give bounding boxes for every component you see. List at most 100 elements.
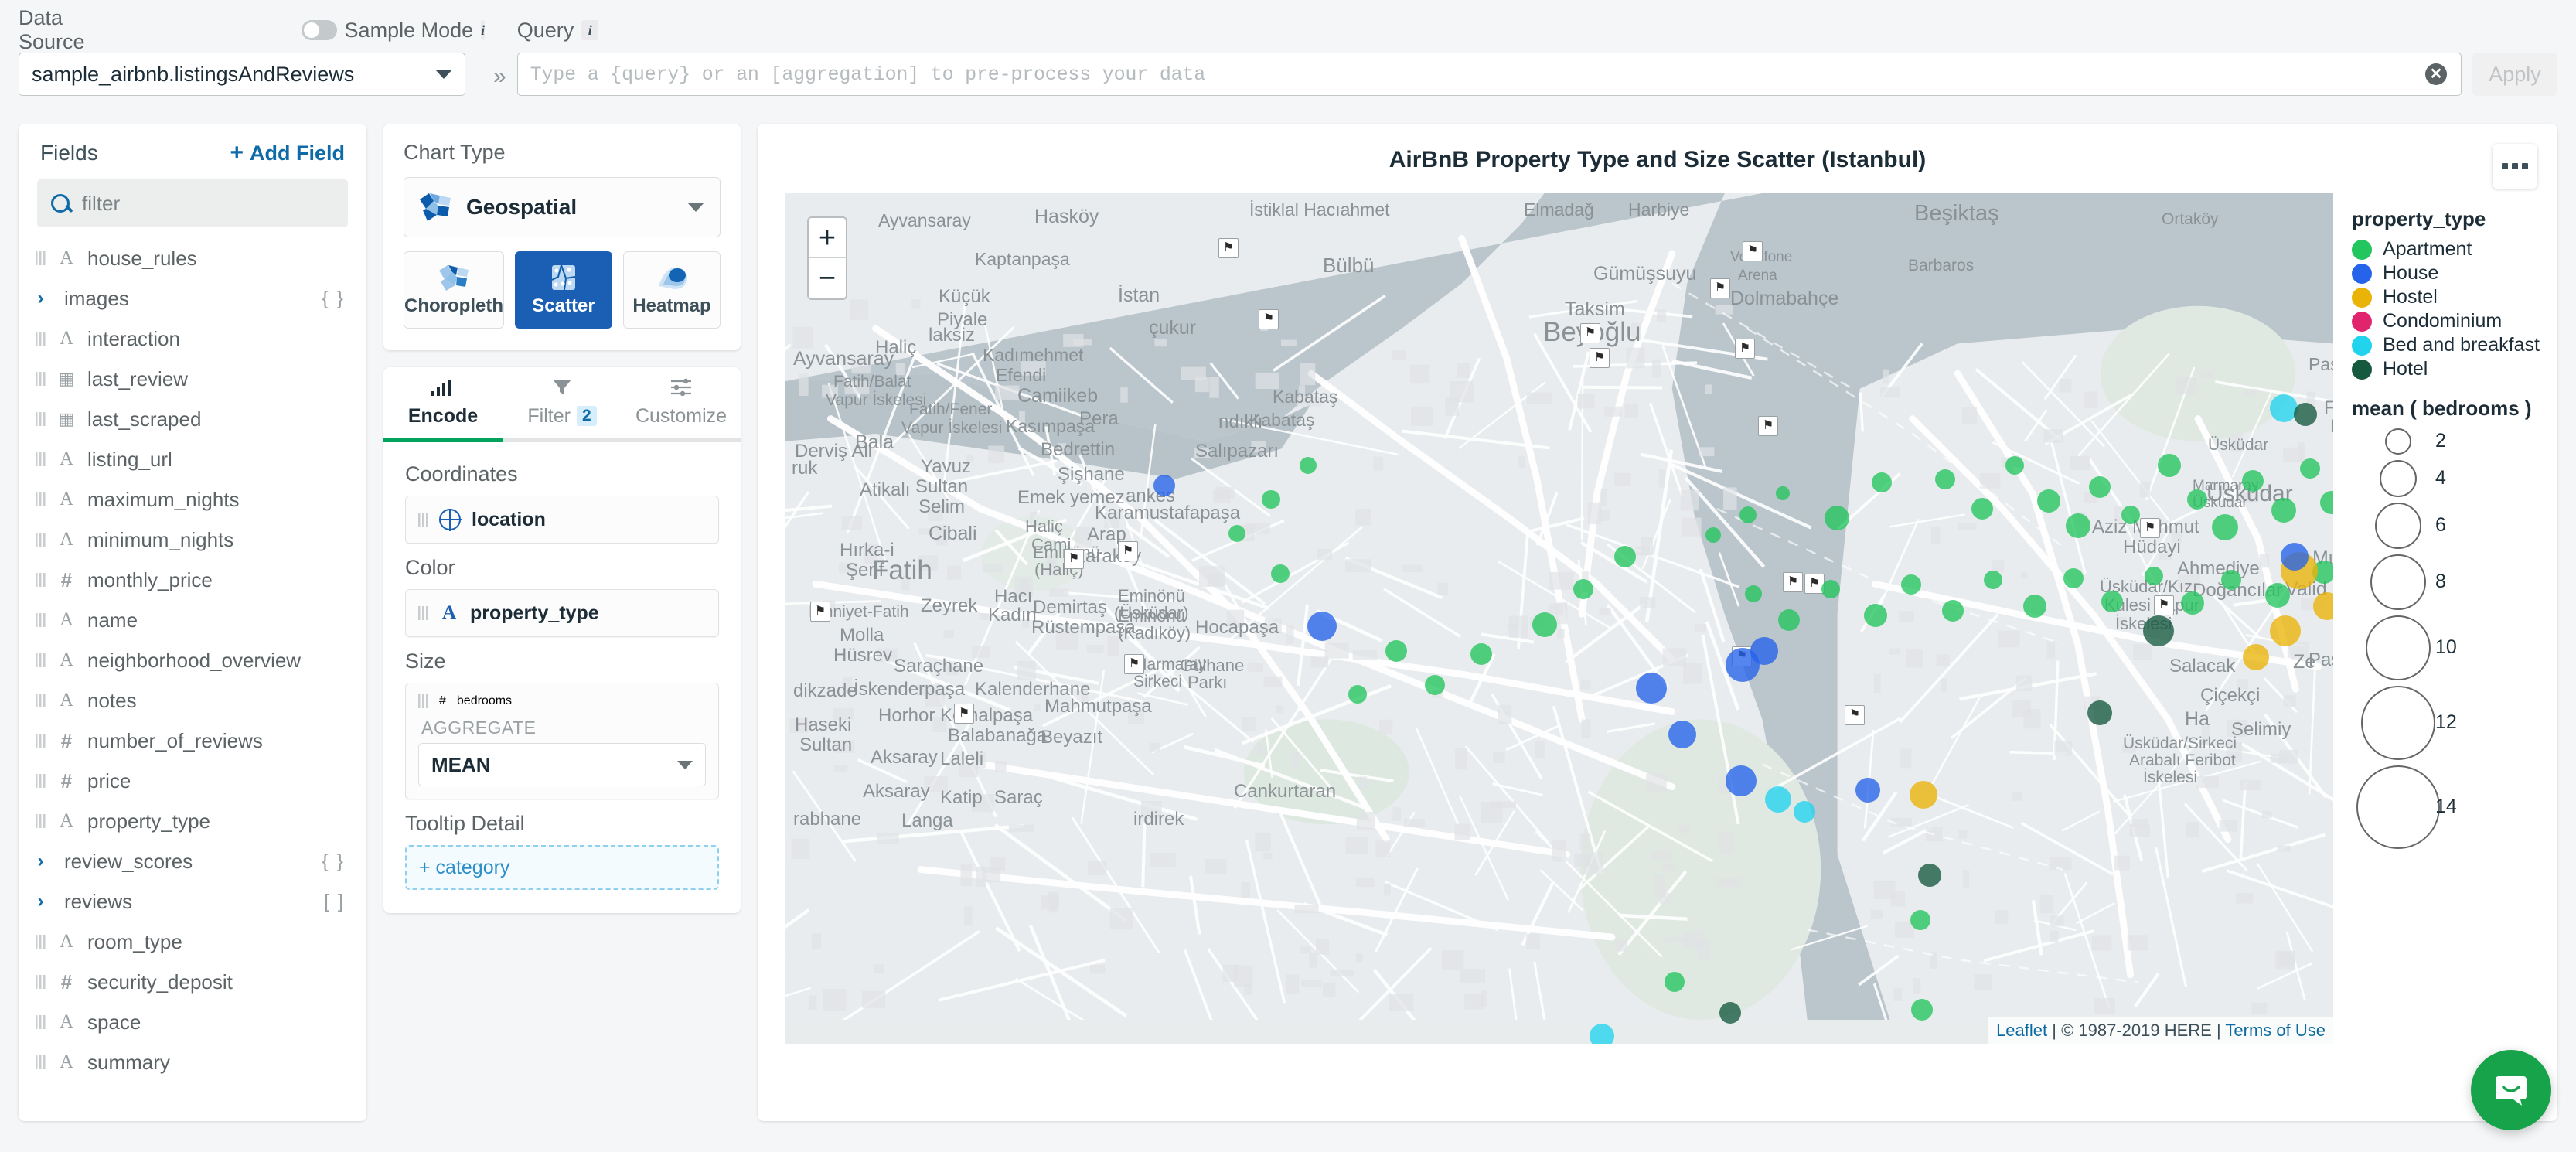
scatter-point[interactable]	[1739, 506, 1757, 523]
scatter-point[interactable]	[1348, 685, 1367, 704]
scatter-point[interactable]	[2270, 615, 2301, 646]
field-row[interactable]: #number_of_reviews	[19, 721, 366, 761]
field-row[interactable]: Ainteraction	[19, 319, 366, 359]
leaflet-link[interactable]: Leaflet	[1996, 1021, 2047, 1040]
legend-item[interactable]: Condominium	[2352, 309, 2557, 333]
field-filter-input[interactable]: filter	[37, 179, 348, 227]
scatter-point[interactable]	[1918, 864, 1941, 887]
data-source-select[interactable]: sample_airbnb.listingsAndReviews	[19, 53, 465, 96]
field-row[interactable]: #price	[19, 761, 366, 801]
map-zoom-control[interactable]: + −	[807, 216, 847, 300]
drag-handle-icon[interactable]	[418, 694, 428, 708]
color-field-chip[interactable]: A property_type	[405, 589, 719, 637]
scatter-point[interactable]	[1750, 637, 1778, 665]
scatter-point[interactable]	[2265, 583, 2290, 608]
scatter-point[interactable]	[1935, 469, 1955, 489]
tab-encode[interactable]: Encode	[383, 377, 503, 438]
scatter-point[interactable]	[1262, 490, 1280, 509]
scatter-point[interactable]	[2270, 394, 2298, 422]
field-row[interactable]: ▦last_scraped	[19, 399, 366, 439]
scatter-point[interactable]	[1794, 801, 1815, 823]
legend-item[interactable]: Hotel	[2352, 357, 2557, 381]
scatter-point[interactable]	[1776, 486, 1790, 500]
drag-handle-icon[interactable]	[36, 653, 46, 667]
field-row[interactable]: ›reviews[ ]	[19, 881, 366, 922]
size-field-chip[interactable]: # bedrooms	[418, 694, 706, 708]
apply-button[interactable]: Apply	[2472, 53, 2557, 96]
drag-handle-icon[interactable]	[36, 573, 46, 587]
scatter-point[interactable]	[1855, 778, 1880, 803]
scatter-point[interactable]	[2243, 644, 2269, 670]
field-row[interactable]: Aspace	[19, 1002, 366, 1042]
drag-handle-icon[interactable]	[36, 935, 46, 949]
drag-handle-icon[interactable]	[418, 513, 428, 527]
chart-subtype-scatter-button[interactable]: Scatter	[515, 251, 612, 329]
scatter-point[interactable]	[1470, 643, 1492, 665]
scatter-point[interactable]	[1901, 574, 1921, 595]
scatter-point[interactable]	[1910, 781, 1937, 809]
field-row[interactable]: Aproperty_type	[19, 801, 366, 841]
drag-handle-icon[interactable]	[36, 372, 46, 386]
field-row[interactable]: Alisting_url	[19, 439, 366, 479]
scatter-point[interactable]	[1385, 640, 1407, 662]
scatter-point[interactable]	[2187, 489, 2207, 510]
scatter-point[interactable]	[1872, 472, 1892, 492]
scatter-point[interactable]	[2281, 543, 2309, 571]
scatter-point[interactable]	[1778, 609, 1800, 631]
drag-handle-icon[interactable]	[36, 613, 46, 627]
scatter-point[interactable]	[2143, 615, 2174, 646]
collapse-chevrons-icon[interactable]: »	[493, 63, 506, 90]
map-container[interactable]: AyvansarayHasköyİstiklal HacıahmetElmada…	[785, 193, 2333, 1044]
legend-item[interactable]: House	[2352, 261, 2557, 285]
sample-mode-toggle[interactable]	[302, 20, 337, 40]
scatter-point[interactable]	[1719, 1002, 1741, 1024]
scatter-point[interactable]	[1745, 585, 1762, 602]
support-chat-button[interactable]	[2471, 1050, 2551, 1130]
field-row[interactable]: ▦last_review	[19, 359, 366, 399]
scatter-point[interactable]	[1665, 972, 1685, 992]
scatter-point[interactable]	[1668, 721, 1696, 748]
field-row[interactable]: ›review_scores{ }	[19, 841, 366, 881]
scatter-point[interactable]	[1984, 571, 2002, 589]
scatter-point[interactable]	[2089, 476, 2111, 498]
scatter-point[interactable]	[1705, 527, 1721, 543]
drag-handle-icon[interactable]	[36, 1015, 46, 1029]
scatter-point[interactable]	[1153, 475, 1175, 496]
scatter-point[interactable]	[2300, 458, 2320, 479]
scatter-point[interactable]	[1425, 675, 1445, 695]
drag-handle-icon[interactable]	[36, 251, 46, 265]
drag-handle-icon[interactable]	[36, 774, 46, 788]
scatter-point[interactable]	[2242, 470, 2264, 492]
scatter-point[interactable]	[1971, 498, 1993, 520]
chart-menu-button[interactable]	[2493, 144, 2537, 189]
field-row[interactable]: Ahouse_rules	[19, 238, 366, 278]
drag-handle-icon[interactable]	[36, 492, 46, 506]
scatter-point[interactable]	[1911, 999, 1933, 1021]
field-row[interactable]: #monthly_price	[19, 560, 366, 600]
scatter-point[interactable]	[1228, 525, 1245, 542]
chevron-right-icon[interactable]: ›	[36, 891, 46, 912]
scatter-point[interactable]	[2145, 567, 2163, 585]
coordinates-field-chip[interactable]: location	[405, 496, 719, 544]
clear-query-icon[interactable]: ✕	[2425, 63, 2447, 85]
scatter-point[interactable]	[1765, 786, 1791, 813]
add-field-button[interactable]: + Add Field	[230, 141, 345, 165]
scatter-point[interactable]	[1590, 1024, 1614, 1044]
scatter-point[interactable]	[1271, 564, 1290, 583]
scatter-point[interactable]	[2294, 403, 2317, 426]
scatter-point[interactable]	[2066, 513, 2090, 538]
aggregate-select[interactable]: MEAN	[418, 743, 706, 786]
legend-item[interactable]: Hostel	[2352, 285, 2557, 309]
field-row[interactable]: Asummary	[19, 1042, 366, 1082]
field-row[interactable]: Aminimum_nights	[19, 520, 366, 560]
scatter-point[interactable]	[2037, 489, 2060, 513]
query-info-icon[interactable]: i	[581, 20, 598, 40]
drag-handle-icon[interactable]	[36, 734, 46, 748]
legend-item[interactable]: Bed and breakfast	[2352, 333, 2557, 357]
field-row[interactable]: Anotes	[19, 680, 366, 721]
scatter-point[interactable]	[1821, 580, 1840, 598]
scatter-point[interactable]	[2087, 700, 2112, 725]
zoom-in-button[interactable]: +	[809, 218, 846, 258]
scatter-point[interactable]	[2023, 595, 2046, 618]
chevron-right-icon[interactable]: ›	[36, 850, 46, 872]
